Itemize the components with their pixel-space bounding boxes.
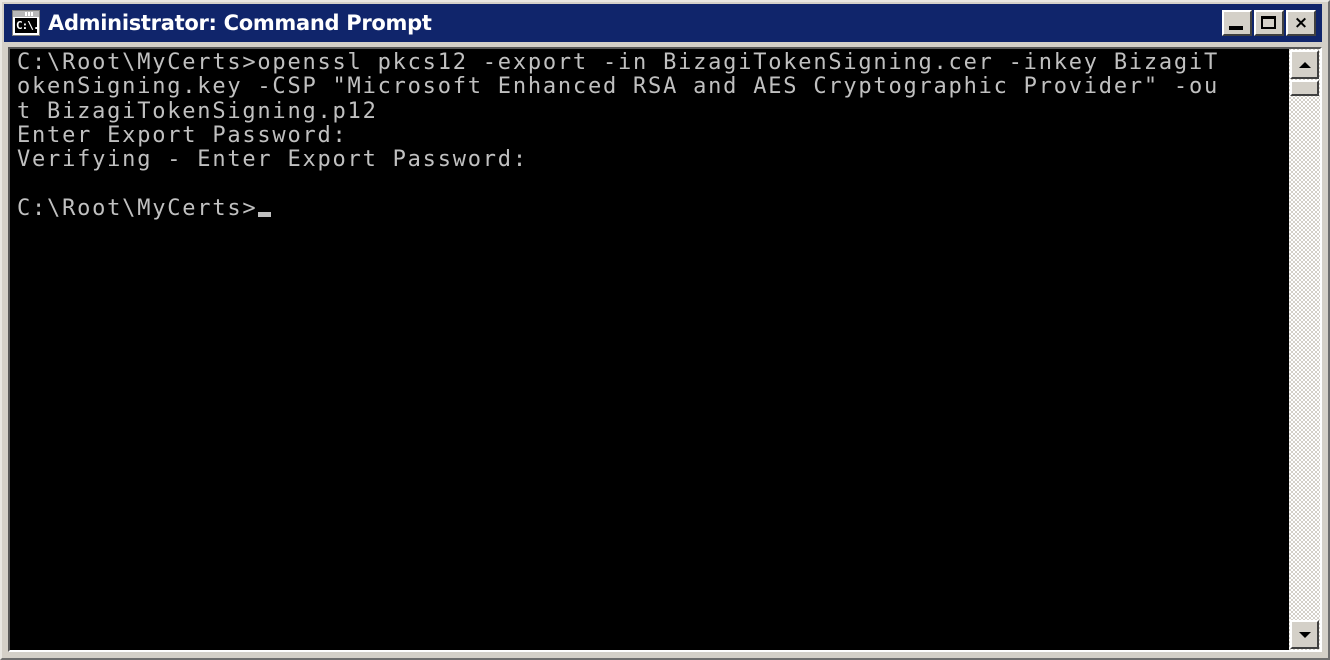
text-cursor (258, 211, 272, 217)
console-icon-screen: C:\. (15, 18, 37, 33)
scroll-up-button[interactable] (1290, 50, 1319, 79)
close-button[interactable]: × (1286, 10, 1316, 36)
console-lines: C:\Root\MyCerts>openssl pkcs12 -export -… (17, 50, 1220, 221)
title-bar[interactable]: C:\. Administrator: Command Prompt × (4, 4, 1322, 42)
console-icon-titlebar (13, 11, 39, 17)
maximize-button[interactable] (1254, 10, 1284, 36)
chevron-up-icon (1298, 61, 1311, 68)
console-output-surface[interactable]: C:\Root\MyCerts>openssl pkcs12 -export -… (10, 49, 1293, 650)
maximize-icon (1261, 16, 1276, 29)
scroll-thumb[interactable] (1290, 80, 1319, 96)
command-prompt-window: C:\. Administrator: Command Prompt × C:\… (0, 0, 1330, 660)
console-text: C:\Root\MyCerts>openssl pkcs12 -export -… (17, 50, 1220, 221)
console-client-area: C:\Root\MyCerts>openssl pkcs12 -export -… (8, 47, 1322, 652)
close-icon: × (1293, 13, 1309, 33)
minimize-button[interactable] (1222, 10, 1252, 36)
console-icon[interactable]: C:\. (12, 10, 40, 36)
scroll-down-button[interactable] (1290, 620, 1319, 649)
window-title: Administrator: Command Prompt (48, 11, 432, 35)
vertical-scrollbar[interactable] (1289, 49, 1320, 650)
console-icon-dots (25, 12, 37, 16)
titlebar-button-group: × (1222, 10, 1316, 36)
minimize-icon (1229, 26, 1243, 30)
chevron-down-icon (1298, 631, 1311, 638)
